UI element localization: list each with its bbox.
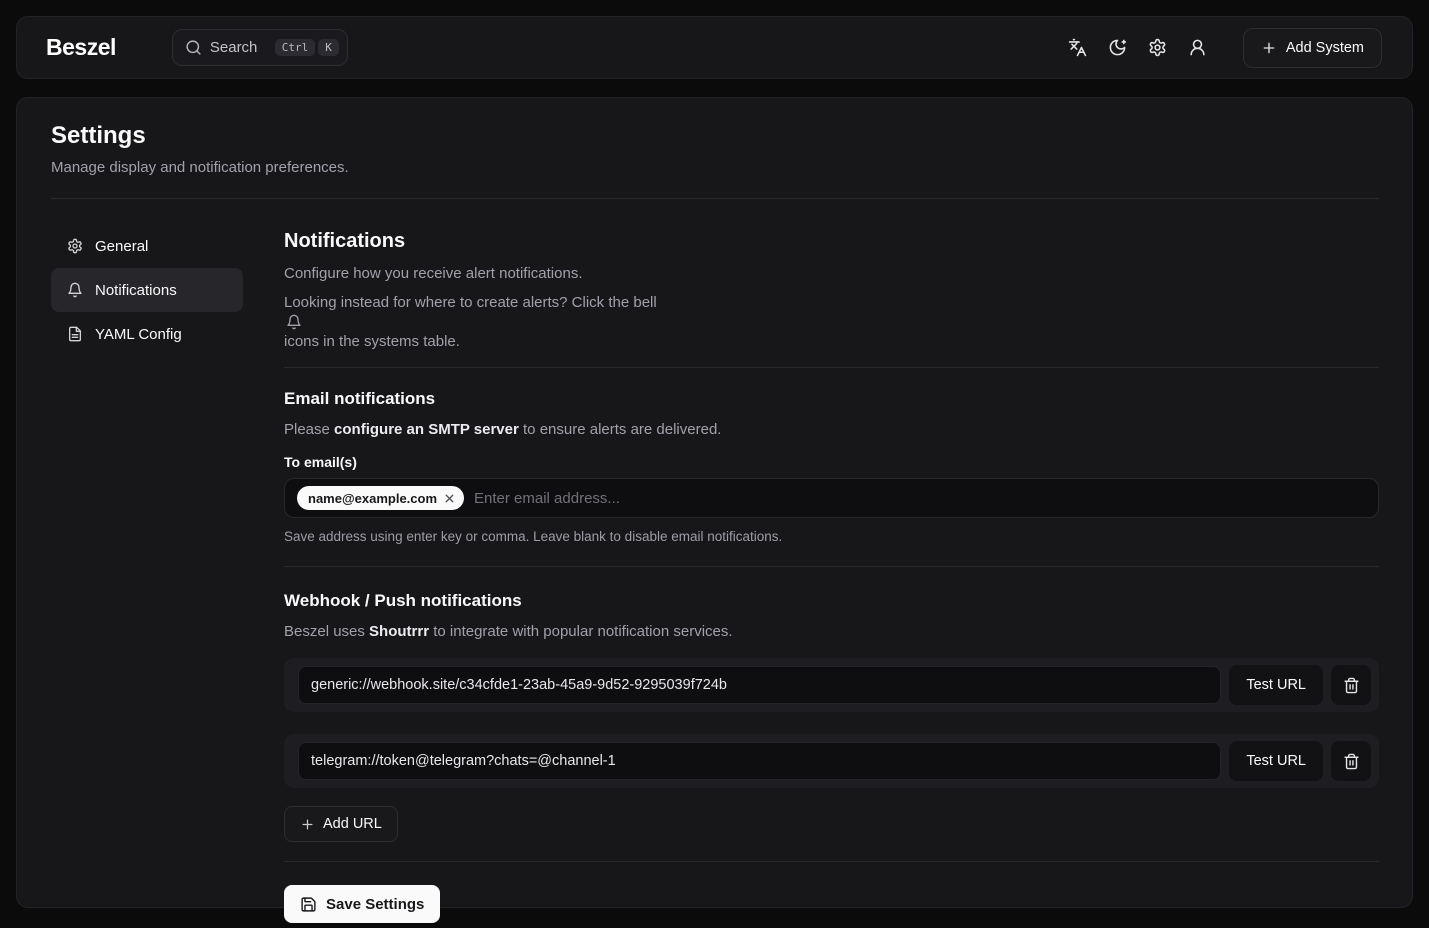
sidebar-item-label: General [95,238,148,255]
trash-icon [1343,753,1360,770]
add-url-label: Add URL [323,816,382,832]
webhook-description: Beszel uses Shoutrrr to integrate with p… [284,620,1379,643]
search-shortcut: CtrlK [275,39,339,56]
webhook-url-input-2[interactable] [298,742,1221,780]
close-icon [443,492,456,505]
page-title: Settings [51,120,1379,152]
test-url-button-1[interactable]: Test URL [1229,665,1323,705]
beszel-app: Beszel Search CtrlK Add System [0,0,1429,928]
bell-icon [67,282,83,298]
section-divider [284,367,1379,368]
delete-url-button-1[interactable] [1331,665,1371,705]
top-navbar: Beszel Search CtrlK Add System [16,16,1413,79]
smtp-note: Please configure an SMTP server to ensur… [284,418,1379,441]
email-chip-value: name@example.com [308,491,437,506]
save-settings-label: Save Settings [326,896,424,913]
alerts-hint: Looking instead for where to create aler… [284,291,1379,353]
kbd-ctrl: Ctrl [275,39,316,56]
file-icon [67,326,83,342]
email-tags-input[interactable]: name@example.com Enter email address... [284,478,1379,518]
sidebar-item-general[interactable]: General [51,224,243,268]
webhook-url-row: Test URL [284,658,1379,712]
webhook-url-row: Test URL [284,734,1379,788]
notifications-panel: Notifications Configure how you receive … [284,224,1379,923]
user-menu-button[interactable] [1181,31,1215,65]
test-url-button-2[interactable]: Test URL [1229,741,1323,781]
smtp-config-link[interactable]: configure an SMTP server [334,421,519,438]
settings-card: Settings Manage display and notification… [16,97,1413,908]
navbar-actions: Add System [1061,28,1382,68]
plus-icon [1261,40,1277,56]
search-placeholder: Search [210,39,267,56]
shoutrrr-link[interactable]: Shoutrrr [369,623,429,640]
kbd-k: K [318,39,339,56]
gear-icon [1148,38,1167,57]
section-divider [284,566,1379,567]
languages-icon [1068,38,1087,57]
notifications-description: Configure how you receive alert notifica… [284,262,1379,285]
section-title-notifications: Notifications [284,227,1379,255]
gear-icon [67,238,83,254]
page-subtitle: Manage display and notification preferen… [51,158,1379,178]
save-icon [300,896,317,913]
add-system-label: Add System [1286,40,1364,56]
beszel-logo[interactable]: Beszel [46,34,116,61]
trash-icon [1343,677,1360,694]
page-header: Settings Manage display and notification… [51,98,1379,178]
language-button[interactable] [1061,31,1095,65]
sidebar-item-notifications[interactable]: Notifications [51,268,243,312]
sidebar-item-label: Notifications [95,282,177,299]
webhook-section-title: Webhook / Push notifications [284,589,1379,613]
webhook-url-input-1[interactable] [298,666,1221,704]
save-settings-button[interactable]: Save Settings [284,885,440,923]
moon-icon [1108,38,1127,57]
delete-url-button-2[interactable] [1331,741,1371,781]
sidebar-item-yaml-config[interactable]: YAML Config [51,312,243,356]
email-section-title: Email notifications [284,387,1379,411]
sidebar-item-label: YAML Config [95,326,182,343]
remove-email-button[interactable] [443,492,456,505]
footer-divider [284,861,1379,862]
bell-icon [286,314,302,330]
add-system-button[interactable]: Add System [1243,28,1382,68]
search-input[interactable]: Search CtrlK [172,29,348,66]
theme-toggle-button[interactable] [1101,31,1135,65]
email-helper-text: Save address using enter key or comma. L… [284,528,1379,546]
to-emails-label: To email(s) [284,452,1379,472]
search-icon [185,39,202,56]
email-chip: name@example.com [297,486,464,510]
settings-button[interactable] [1141,31,1175,65]
add-url-button[interactable]: Add URL [284,806,398,842]
plus-icon [300,817,315,832]
user-icon [1188,38,1207,57]
settings-sidebar: General Notifications YAML Config [51,224,243,356]
email-input-placeholder: Enter email address... [474,490,620,507]
